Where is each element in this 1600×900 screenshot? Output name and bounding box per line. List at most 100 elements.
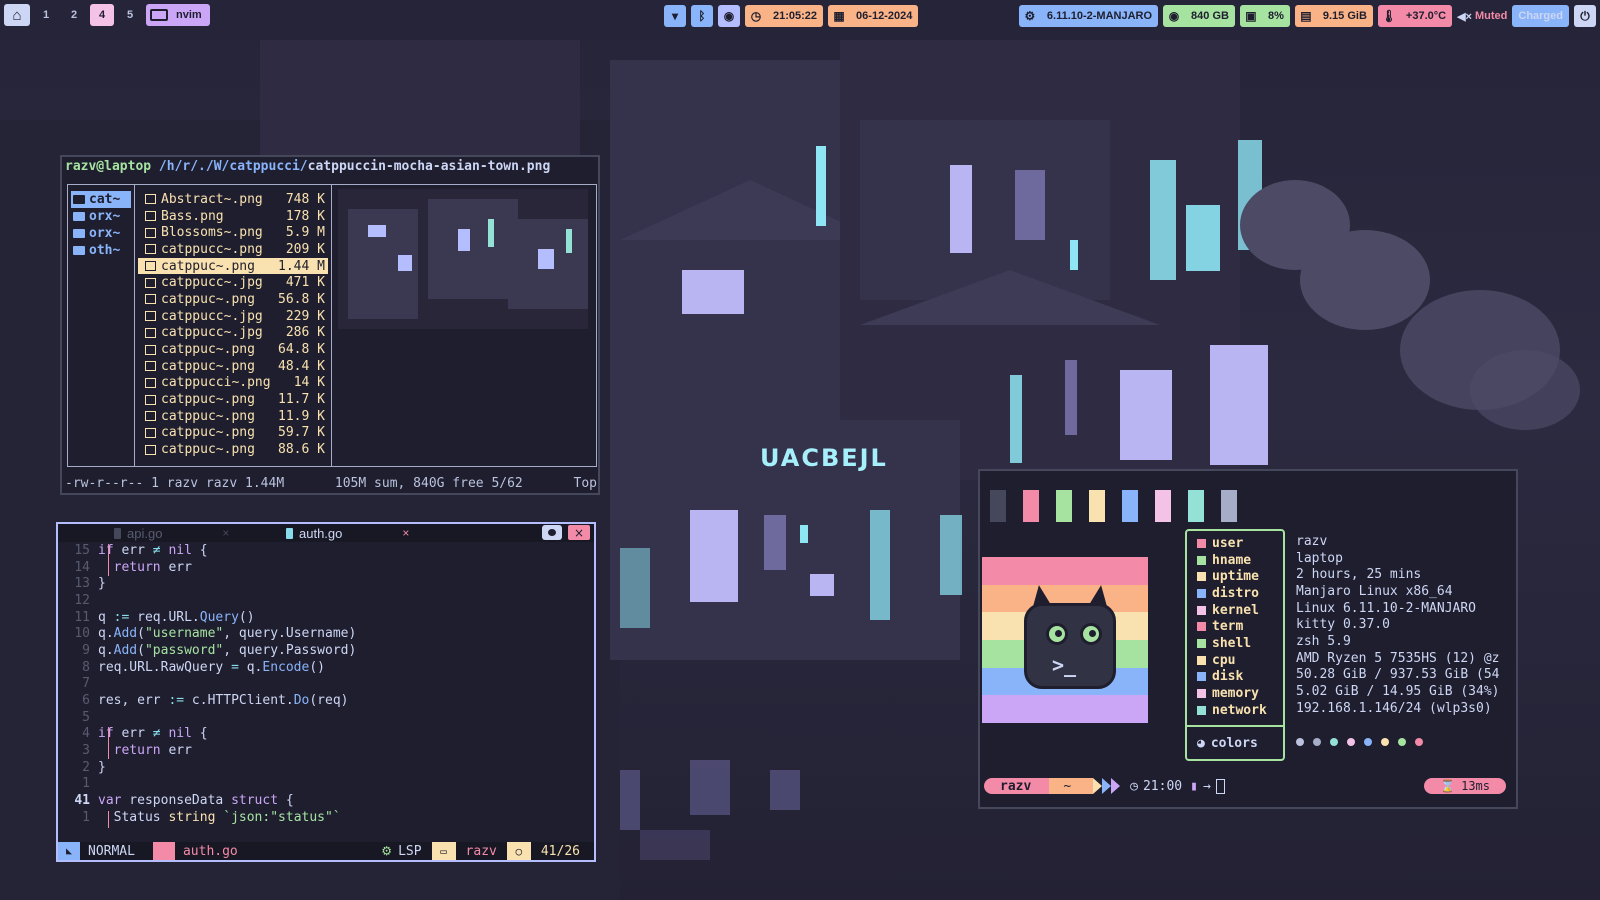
home-icon[interactable]: ⌂	[4, 4, 30, 26]
fm-dir-item[interactable]: orx~	[68, 208, 134, 225]
code-line[interactable]: 41 var responseData struct {	[58, 792, 594, 809]
close-icon[interactable]: ×	[568, 525, 590, 540]
code-line[interactable]: 4 if err ≠ nil {	[58, 726, 594, 743]
fm-dir-item[interactable]: cat~	[71, 191, 131, 208]
workspace-2[interactable]: 2	[62, 4, 86, 26]
prompt-input[interactable]: ▮ →	[1190, 778, 1225, 794]
mode-text: NORMAL	[88, 843, 135, 859]
active-app[interactable]: nvim	[146, 4, 210, 26]
tab-api-go[interactable]: api.go ×	[114, 524, 239, 542]
code-line[interactable]: 15 if err ≠ nil {	[58, 542, 594, 559]
fm-file-item[interactable]: Blossoms~.png 5.9 M	[135, 224, 331, 241]
code-line[interactable]: 9 q.Add("password", query.Password)	[58, 642, 594, 659]
terminal-fetch-window[interactable]: >_ user hname uptime distro kernel term shell c…	[978, 469, 1518, 809]
fm-file-name: catppuc~.png	[161, 392, 255, 408]
fm-file-item[interactable]: catppucc~.jpg 286 K	[135, 325, 331, 342]
fm-dir-item[interactable]: orx~	[68, 225, 134, 242]
image-file-icon	[145, 344, 156, 355]
fetch-key-label: disk	[1212, 669, 1244, 685]
color-dot	[1330, 738, 1338, 746]
volume-module[interactable]: ◀× Muted	[1457, 10, 1507, 23]
fm-file-item[interactable]: catppuc~.png 48.4 K	[135, 358, 331, 375]
folder-icon	[73, 195, 85, 204]
preview-window	[538, 249, 554, 269]
code-line[interactable]: 7	[58, 676, 594, 693]
color-swatches	[990, 490, 1237, 522]
image-file-icon	[145, 227, 156, 238]
workspace-4[interactable]: 4	[90, 4, 114, 26]
wallpaper-reflection	[640, 830, 710, 860]
prompt-arrows	[1093, 778, 1121, 794]
battery-module[interactable]: Charged	[1512, 5, 1569, 27]
date-module[interactable]: ▦ 06-12-2024	[828, 5, 919, 27]
fm-file-item[interactable]: Bass.png 178 K	[135, 208, 331, 225]
fm-file-item[interactable]: catppucc~.jpg 471 K	[135, 274, 331, 291]
code-line[interactable]: 11 q := req.URL.Query()	[58, 609, 594, 626]
fetch-key-label: hname	[1212, 552, 1252, 568]
code-buffer[interactable]: 15 if err ≠ nil {14 return err 13} 12 11 q :=…	[58, 542, 594, 826]
fm-file-item[interactable]: Abstract~.png 748 K	[135, 191, 331, 208]
fetch-key-label: shell	[1212, 635, 1252, 651]
eye-icon[interactable]	[542, 525, 562, 540]
fm-file-item[interactable]: catppuc~.png 1.44 M	[138, 257, 328, 275]
fm-file-item[interactable]: catppuc~.png 56.8 K	[135, 291, 331, 308]
mode-indicator: ◣ NORMAL	[58, 842, 145, 860]
code-line[interactable]: 6 res, err := c.HTTPClient.Do(req)	[58, 692, 594, 709]
fm-file-item[interactable]: catppuc~.png 11.9 K	[135, 408, 331, 425]
fm-file-item[interactable]: catppucci~.png 14 K	[135, 375, 331, 392]
code-line[interactable]: 13}	[58, 575, 594, 592]
fm-file-item[interactable]: catppuc~.png 11.7 K	[135, 391, 331, 408]
tab-close-icon[interactable]: ×	[222, 526, 229, 540]
center-modules: ▾ ᛒ ◉ ◷ 21:05:22 ▦ 06-12-2024	[664, 5, 919, 27]
fm-dir-item[interactable]: oth~	[68, 242, 134, 259]
discord-icon[interactable]: ◉	[718, 5, 740, 27]
kernel-module[interactable]: ⚙ 6.11.10-2-MANJARO	[1018, 5, 1159, 27]
code-line[interactable]: 10 q.Add("username", query.Username)	[58, 625, 594, 642]
preview-building	[428, 199, 518, 299]
indent-guide	[108, 727, 109, 759]
color-dot	[1398, 738, 1406, 746]
bluetooth-icon[interactable]: ᛒ	[691, 5, 713, 27]
code-line[interactable]: 3 return err	[58, 742, 594, 759]
color-swatch	[1056, 490, 1072, 522]
disk-module[interactable]: ◉ 840 GB	[1163, 5, 1235, 27]
clock-icon: ◷	[750, 9, 762, 23]
file-manager-window[interactable]: razv@laptop /h/r/./W/catppucci/catppucci…	[60, 155, 600, 495]
memory-module[interactable]: ▤ 9.15 GiB	[1294, 5, 1373, 27]
fm-file-name: catppuc~.png	[161, 258, 255, 274]
code-line[interactable]: 1	[58, 776, 594, 793]
fm-file-item[interactable]: catppucc~.jpg 229 K	[135, 308, 331, 325]
color-swatch	[990, 490, 1006, 522]
code-line[interactable]: 5	[58, 709, 594, 726]
code-line[interactable]: 2}	[58, 759, 594, 776]
tab-auth-go[interactable]: auth.go ×	[286, 524, 419, 542]
workspace-1[interactable]: 1	[34, 4, 58, 26]
fetch-value: laptop	[1296, 550, 1343, 566]
preview-window	[368, 225, 386, 237]
code-line[interactable]: 8 req.URL.RawQuery = q.Encode()	[58, 659, 594, 676]
wifi-icon[interactable]: ▾	[664, 5, 686, 27]
lsp-status: ⚙ LSP	[381, 844, 421, 859]
cpu-module[interactable]: ▣ 8%	[1239, 5, 1290, 27]
fm-file-item[interactable]: catppuc~.png 64.8 K	[135, 341, 331, 358]
fm-panes: cat~ orx~ orx~ oth~ Abstract~.png 748 K Bass.…	[67, 184, 597, 467]
disk-icon: ◉	[1168, 9, 1180, 23]
image-file-icon	[145, 361, 156, 372]
workspace-5[interactable]: 5	[118, 4, 142, 26]
code-line[interactable]: 1 Status string `json:"status"`	[58, 809, 594, 826]
editor-window[interactable]: api.go × auth.go × × 15 if err ≠ nil {14 …	[56, 522, 596, 862]
network-icon	[1197, 705, 1206, 715]
code-line[interactable]: 14 return err	[58, 559, 594, 576]
shell-prompt[interactable]: razv ~ ◷ 21:00 ▮ → ⌛ 13ms	[984, 777, 1514, 795]
keys-divider	[1187, 725, 1283, 727]
fm-file-item[interactable]: catppucc~.png 209 K	[135, 241, 331, 258]
tab-close-icon[interactable]: ×	[402, 526, 409, 540]
fm-file-item[interactable]: catppuc~.png 88.6 K	[135, 441, 331, 458]
temperature-module[interactable]: 🌡 +37.0°C	[1377, 5, 1453, 27]
power-icon[interactable]: ⏻	[1574, 5, 1596, 27]
clock-module[interactable]: ◷ 21:05:22	[745, 5, 824, 27]
fm-file-item[interactable]: catppuc~.png 59.7 K	[135, 425, 331, 442]
volume-text: Muted	[1474, 10, 1508, 22]
fm-scroll-position: Top	[573, 476, 597, 491]
code-line[interactable]: 12	[58, 592, 594, 609]
